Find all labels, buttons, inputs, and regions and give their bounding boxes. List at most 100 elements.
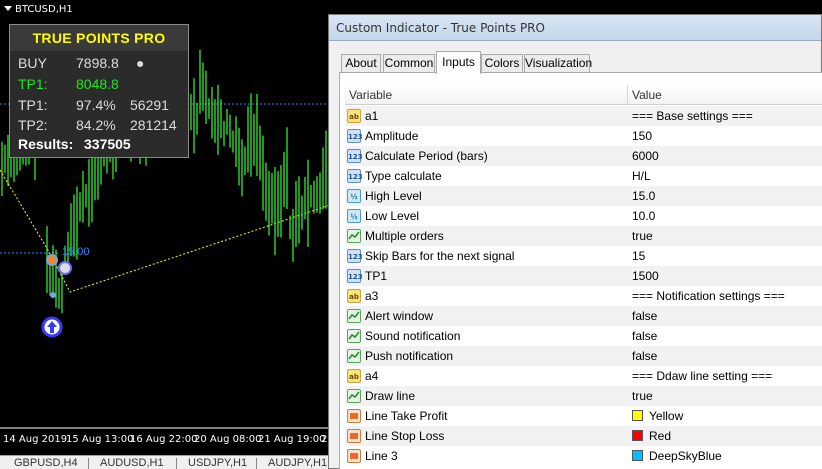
stat2-count: 281214 bbox=[130, 117, 177, 133]
color-icon bbox=[347, 429, 361, 443]
input-row[interactable]: 123 TP1 1500 bbox=[345, 266, 822, 286]
check-signal-marker bbox=[58, 261, 72, 275]
input-row[interactable]: 123 Type calculate H/L bbox=[345, 166, 822, 186]
input-value[interactable]: === Notification settings === bbox=[632, 289, 785, 303]
column-header-value[interactable]: Value bbox=[632, 88, 662, 102]
input-variable-name: Skip Bars for the next signal bbox=[365, 249, 515, 263]
integer-icon: 123 bbox=[347, 249, 363, 263]
chart-tab-gbpusd[interactable]: GBPUSD,H4 bbox=[14, 457, 78, 469]
stat1-label: TP1: bbox=[18, 97, 48, 113]
input-row[interactable]: Sound notification false bbox=[345, 326, 822, 346]
x-axis-label: 14 Aug 2019 bbox=[3, 434, 68, 445]
tab-inputs[interactable]: Inputs bbox=[436, 51, 481, 74]
input-value[interactable]: false bbox=[632, 329, 657, 343]
input-value[interactable]: false bbox=[632, 349, 657, 363]
input-value[interactable]: false bbox=[632, 309, 657, 323]
integer-icon: 123 bbox=[347, 129, 363, 143]
tab-about[interactable]: About bbox=[341, 54, 381, 73]
buy-value: 7898.8 bbox=[76, 55, 119, 71]
color-swatch[interactable] bbox=[632, 450, 643, 461]
input-row[interactable]: Draw line true bbox=[345, 386, 822, 406]
chart-tab-usdjpy[interactable]: USDJPY,H1 bbox=[188, 457, 247, 469]
tab-colors[interactable]: Colors bbox=[481, 54, 523, 73]
bool-icon bbox=[347, 229, 361, 243]
input-variable-name: Multiple orders bbox=[365, 229, 444, 243]
input-value[interactable]: === Base settings === bbox=[632, 109, 753, 123]
x-axis-label: 15 Aug 13:00 bbox=[66, 434, 134, 445]
dialog-title: Custom Indicator - True Points PRO bbox=[336, 21, 545, 35]
input-value[interactable]: true bbox=[632, 229, 653, 243]
input-row[interactable]: ab a3 === Notification settings === bbox=[345, 286, 822, 306]
input-variable-name: Line 3 bbox=[365, 449, 398, 463]
tp1-label: TP1: bbox=[18, 76, 48, 92]
input-variable-name: a3 bbox=[365, 289, 379, 303]
input-row[interactable]: Push notification false bbox=[345, 346, 822, 366]
input-value[interactable]: 15.0 bbox=[632, 189, 655, 203]
input-value[interactable]: 1500 bbox=[632, 269, 659, 283]
tab-separator bbox=[88, 458, 89, 469]
results-value: 337505 bbox=[84, 136, 131, 152]
input-value[interactable]: Yellow bbox=[649, 409, 683, 423]
input-row[interactable]: Alert window false bbox=[345, 306, 822, 326]
tab-common[interactable]: Common bbox=[383, 54, 435, 73]
column-divider bbox=[627, 85, 628, 105]
bool-icon bbox=[347, 349, 361, 363]
input-row[interactable]: Line Stop Loss Red bbox=[345, 426, 822, 446]
double-icon: ½ bbox=[347, 209, 361, 223]
input-value[interactable]: true bbox=[632, 389, 653, 403]
color-icon bbox=[347, 409, 361, 423]
input-row[interactable]: 123 Skip Bars for the next signal 15 bbox=[345, 246, 822, 266]
results-label: Results: bbox=[18, 136, 74, 152]
dialog-titlebar[interactable]: Custom Indicator - True Points PRO bbox=[329, 15, 821, 41]
color-swatch[interactable] bbox=[632, 410, 643, 421]
grid-header: Variable Value bbox=[345, 85, 822, 105]
input-variable-name: Amplitude bbox=[365, 129, 419, 143]
buy-signal-marker bbox=[46, 254, 58, 266]
input-row[interactable]: Line Take Profit Yellow bbox=[345, 406, 822, 426]
chart-symbol-label: BTCUSD,H1 bbox=[4, 4, 73, 15]
chart-symbol-text: BTCUSD,H1 bbox=[15, 4, 73, 15]
buy-label: BUY bbox=[18, 55, 47, 71]
input-row[interactable]: 123 Calculate Period (bars) 6000 bbox=[345, 146, 822, 166]
input-variable-name: Draw line bbox=[365, 389, 416, 403]
entry-dot-marker bbox=[50, 292, 56, 298]
string-icon: ab bbox=[347, 109, 361, 123]
bool-icon bbox=[347, 309, 361, 323]
color-icon bbox=[347, 449, 361, 463]
input-variable-name: Push notification bbox=[365, 349, 454, 363]
input-row[interactable]: ½ Low Level 10.0 bbox=[345, 206, 822, 226]
column-header-variable[interactable]: Variable bbox=[349, 88, 392, 102]
input-row[interactable]: Line 3 DeepSkyBlue bbox=[345, 446, 822, 466]
input-variable-name: a4 bbox=[365, 369, 379, 383]
input-value[interactable]: 6000 bbox=[632, 149, 659, 163]
stat1-count: 56291 bbox=[130, 97, 169, 113]
input-variable-name: Alert window bbox=[365, 309, 434, 323]
input-row[interactable]: Multiple orders true bbox=[345, 226, 822, 246]
integer-icon: 123 bbox=[347, 149, 363, 163]
integer-icon: 123 bbox=[347, 169, 363, 183]
input-row[interactable]: ½ High Level 15.0 bbox=[345, 186, 822, 206]
input-variable-name: Line Take Profit bbox=[365, 409, 448, 423]
input-variable-name: Low Level bbox=[365, 209, 420, 223]
input-value[interactable]: Red bbox=[649, 429, 671, 443]
tab-visualization[interactable]: Visualization bbox=[524, 54, 592, 73]
tab-separator bbox=[176, 458, 177, 469]
chart-tab-audjpy[interactable]: AUDJPY,H1 bbox=[268, 457, 327, 469]
input-row[interactable]: 123 Amplitude 150 bbox=[345, 126, 822, 146]
input-value[interactable]: 10.0 bbox=[632, 209, 655, 223]
input-row[interactable]: ab a4 === Ddaw line setting === bbox=[345, 366, 822, 386]
input-variable-name: High Level bbox=[365, 189, 422, 203]
input-value[interactable]: === Ddaw line setting === bbox=[632, 369, 772, 383]
bool-icon bbox=[347, 329, 361, 343]
chart-tab-audusd[interactable]: AUDUSD,H1 bbox=[100, 457, 164, 469]
string-icon: ab bbox=[347, 289, 361, 303]
input-value[interactable]: H/L bbox=[632, 169, 651, 183]
input-value[interactable]: DeepSkyBlue bbox=[649, 449, 722, 463]
input-value[interactable]: 15 bbox=[632, 249, 645, 263]
dropdown-triangle-icon bbox=[4, 6, 12, 11]
tp1-value: 8048.8 bbox=[76, 76, 119, 92]
double-icon: ½ bbox=[347, 189, 361, 203]
input-row[interactable]: ab a1 === Base settings === bbox=[345, 106, 822, 126]
input-value[interactable]: 150 bbox=[632, 129, 652, 143]
color-swatch[interactable] bbox=[632, 430, 643, 441]
